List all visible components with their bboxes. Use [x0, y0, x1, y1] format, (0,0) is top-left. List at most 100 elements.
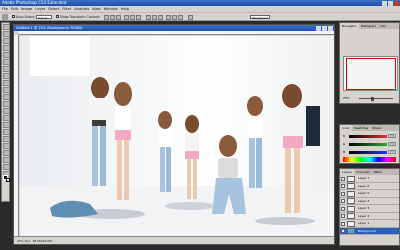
canvas[interactable] [20, 36, 334, 236]
color-spectrum-bar[interactable] [343, 157, 396, 162]
channel-value[interactable]: 255 [388, 142, 396, 146]
lasso-tool-icon[interactable] [3, 38, 10, 44]
distribute-top-icon[interactable] [146, 14, 151, 20]
brush-tool-icon[interactable] [3, 73, 10, 79]
tab-color[interactable]: Color [340, 125, 352, 131]
type-tool-icon[interactable] [3, 129, 10, 135]
layer-row[interactable]: Layer 3 [340, 205, 399, 213]
background-color-swatch[interactable] [5, 177, 10, 182]
shape-tool-icon[interactable] [3, 143, 10, 149]
layer-name: Layer 3 [358, 206, 370, 210]
layer-row[interactable]: Layer 7 [340, 175, 399, 183]
layer-row[interactable]: Layer 5 [340, 190, 399, 198]
color-channel-g: G 255 [343, 141, 396, 147]
history-brush-tool-icon[interactable] [3, 87, 10, 93]
layer-name: Layer 2 [358, 213, 370, 218]
channel-slider[interactable] [349, 151, 387, 154]
vertical-ruler[interactable] [14, 35, 19, 236]
photo-image [20, 36, 334, 236]
distribute-right-icon[interactable] [178, 14, 183, 20]
eye-icon[interactable] [341, 221, 345, 226]
align-middle-icon[interactable] [110, 14, 115, 20]
eye-icon[interactable] [341, 191, 345, 196]
distribute-left-icon[interactable] [166, 14, 171, 20]
marquee-tool-icon[interactable] [3, 31, 10, 37]
channel-slider[interactable] [349, 135, 387, 138]
notes-tool-icon[interactable] [3, 150, 10, 156]
path-selection-tool-icon[interactable] [3, 136, 10, 142]
eyedropper-tool-icon[interactable] [3, 157, 10, 163]
eye-icon[interactable] [341, 184, 345, 188]
channel-label: G [343, 142, 346, 146]
layer-row[interactable]: Layer 1 [340, 220, 399, 228]
align-bottom-icon[interactable] [116, 14, 121, 20]
slice-tool-icon[interactable] [3, 59, 10, 65]
layer-row[interactable]: Layer 2 [340, 212, 399, 220]
align-center-icon[interactable] [130, 14, 135, 20]
navigator-thumbnail[interactable] [343, 56, 398, 91]
distribute-middle-icon[interactable] [152, 14, 157, 20]
tab-navigator[interactable]: Navigator [340, 23, 359, 29]
zoom-slider-track[interactable] [359, 98, 393, 99]
align-right-icon[interactable] [136, 14, 141, 20]
color-channel-b: B 255 [343, 149, 396, 155]
auto-select-checkbox[interactable] [12, 15, 15, 18]
gradient-tool-icon[interactable] [3, 101, 10, 107]
auto-align-icon[interactable] [188, 14, 193, 20]
layer-row[interactable]: Layer 4 [340, 197, 399, 205]
layer-thumbnail [347, 228, 355, 235]
layer-thumbnail [347, 183, 355, 190]
navigator-tabs: Navigator Histogram Info [340, 23, 399, 29]
maximize-button[interactable] [388, 0, 393, 6]
magic-wand-tool-icon[interactable] [3, 45, 10, 51]
tab-info[interactable]: Info [378, 23, 388, 29]
dodge-tool-icon[interactable] [3, 115, 10, 121]
channel-value[interactable]: 255 [388, 150, 396, 154]
color-panel: Color Swatches Styles R 255 G 255 B 255 [339, 124, 400, 164]
horizontal-ruler[interactable] [19, 31, 334, 35]
blur-tool-icon[interactable] [3, 108, 10, 114]
layer-thumbnail [347, 220, 355, 227]
doc-close-button[interactable] [328, 25, 333, 31]
minimize-button[interactable] [382, 0, 387, 6]
doc-maximize-button[interactable] [322, 25, 327, 31]
clone-stamp-tool-icon[interactable] [3, 80, 10, 86]
hand-tool-icon[interactable] [3, 164, 10, 170]
layer-name: Layer 5 [358, 191, 370, 195]
doc-minimize-button[interactable] [316, 25, 321, 31]
align-top-icon[interactable] [104, 14, 109, 20]
workspace-dropdown[interactable]: Workspace [250, 15, 270, 20]
distribute-bottom-icon[interactable] [158, 14, 163, 20]
zoom-slider-handle[interactable] [371, 96, 374, 101]
distribute-center-icon[interactable] [172, 14, 177, 20]
move-tool-icon[interactable] [3, 24, 10, 30]
tab-histogram[interactable]: Histogram [359, 23, 379, 29]
auto-select-label: Auto-Select: [16, 15, 36, 19]
auto-select-dropdown[interactable]: Group [36, 15, 52, 20]
channel-label: R [343, 134, 346, 138]
align-left-icon[interactable] [124, 14, 129, 20]
document-title: Untitled-1 @ 25% (Background, RGB/8) [16, 26, 83, 30]
layer-row[interactable]: Layer 6 [340, 182, 399, 190]
healing-brush-tool-icon[interactable] [3, 66, 10, 72]
eye-icon[interactable] [341, 214, 345, 218]
eye-icon[interactable] [341, 176, 345, 181]
layer-row-selected[interactable]: Background [340, 227, 399, 235]
channel-slider[interactable] [349, 143, 387, 146]
pen-tool-icon[interactable] [3, 122, 10, 128]
eraser-tool-icon[interactable] [3, 94, 10, 100]
tab-swatches[interactable]: Swatches [352, 125, 370, 131]
eye-icon[interactable] [341, 229, 345, 233]
tab-styles[interactable]: Styles [370, 125, 383, 131]
eye-icon[interactable] [341, 206, 345, 211]
close-button[interactable] [394, 0, 399, 6]
navigator-view-box[interactable] [346, 58, 396, 90]
window-controls [382, 0, 399, 6]
layer-thumbnail [347, 175, 355, 182]
channel-value[interactable]: 255 [388, 134, 396, 138]
crop-tool-icon[interactable] [3, 52, 10, 58]
show-transform-checkbox[interactable] [56, 15, 59, 18]
eye-icon[interactable] [341, 199, 345, 203]
navigator-zoom-value[interactable]: 25% [343, 96, 350, 100]
tool-preset-picker[interactable] [2, 14, 8, 20]
